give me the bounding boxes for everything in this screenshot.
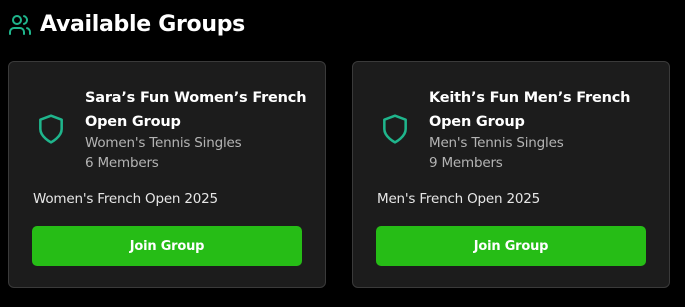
join-group-button[interactable]: Join Group bbox=[32, 226, 302, 266]
page-title: Available Groups bbox=[40, 12, 245, 37]
group-card: Keith’s Fun Men’s French Open Group Men'… bbox=[352, 61, 670, 288]
group-type: Men's Tennis Singles bbox=[429, 135, 564, 151]
join-group-button[interactable]: Join Group bbox=[376, 226, 646, 266]
group-type: Women's Tennis Singles bbox=[85, 135, 242, 151]
member-count: 9 Members bbox=[429, 155, 503, 171]
shield-icon bbox=[35, 112, 67, 146]
tournament-name: Men's French Open 2025 bbox=[377, 191, 541, 207]
group-name: Sara’s Fun Women’s French Open Group bbox=[85, 90, 307, 130]
group-name: Keith’s Fun Men’s French Open Group bbox=[429, 90, 631, 130]
group-card: Sara’s Fun Women’s French Open Group Wom… bbox=[8, 61, 326, 288]
shield-icon bbox=[379, 112, 411, 146]
member-count: 6 Members bbox=[85, 155, 159, 171]
users-icon bbox=[8, 13, 32, 37]
tournament-name: Women's French Open 2025 bbox=[33, 191, 218, 207]
section-header: Available Groups bbox=[8, 10, 245, 40]
